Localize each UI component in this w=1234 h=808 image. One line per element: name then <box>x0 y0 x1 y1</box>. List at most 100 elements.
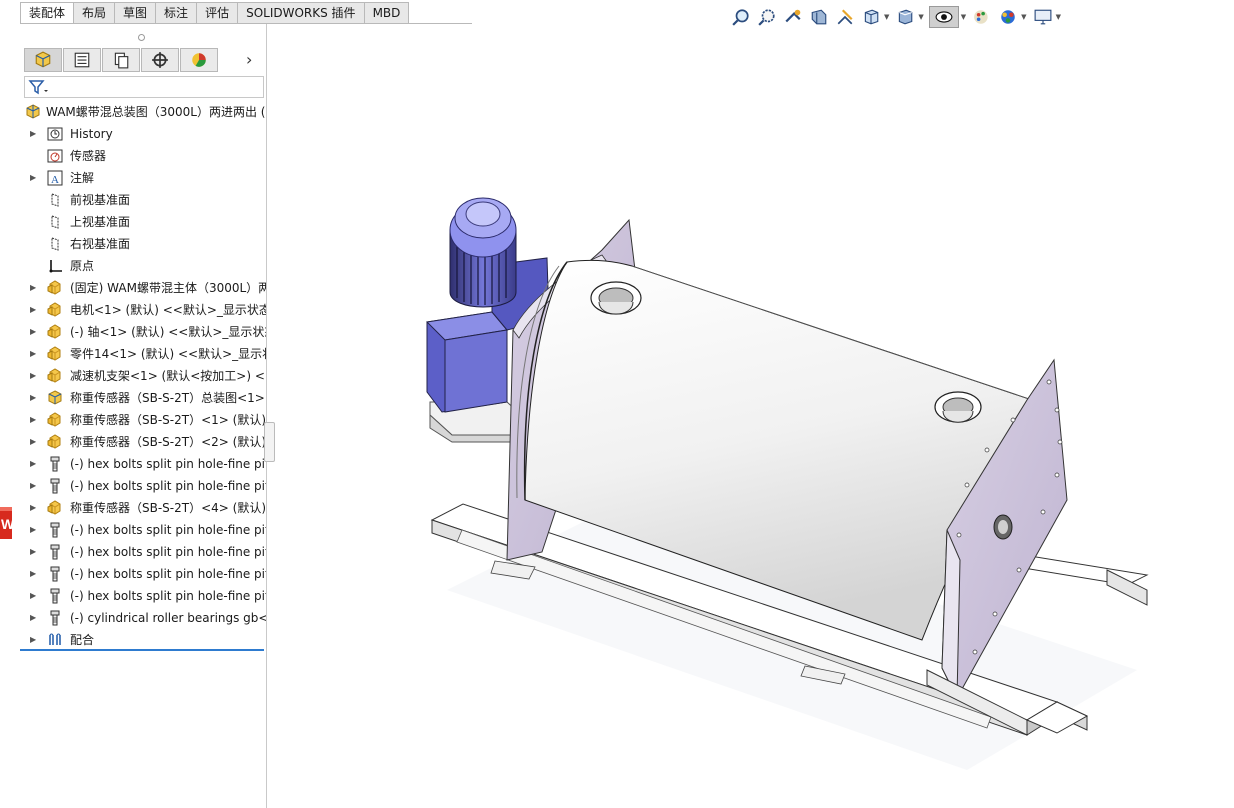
expand-arrow-icon[interactable]: ▶ <box>30 167 38 189</box>
expand-arrow-icon[interactable]: ▶ <box>30 365 38 387</box>
dropdown-caret-icon[interactable]: ▼ <box>1056 13 1061 21</box>
tree-item[interactable]: ▶ 称重传感器（SB-S-2T）<2> (默认) <box>20 431 266 453</box>
expand-arrow-icon[interactable]: ▶ <box>30 519 38 541</box>
tree-item[interactable]: ▶ 零件14<1> (默认) <<默认>_显示状 <box>20 343 266 365</box>
tree-item-label: (-) hex bolts split pin hole-fine pit <box>70 567 266 581</box>
tree-item[interactable]: ▶ History <box>20 123 266 145</box>
expand-arrow-icon[interactable]: ▶ <box>30 541 38 563</box>
panel-tab-displaymanager[interactable] <box>180 48 218 72</box>
expand-arrow-icon[interactable]: ▶ <box>30 585 38 607</box>
expand-arrow-icon[interactable]: ▶ <box>30 321 38 343</box>
heads-up-view-toolbar: ▼ ▼ ▼ ▼ ▼ <box>730 5 1066 29</box>
tree-item[interactable]: ▶ (-) hex bolts split pin hole-fine pit <box>20 563 266 585</box>
assembly-icon <box>48 390 62 405</box>
apply-scene-button[interactable] <box>997 6 1019 28</box>
displaymanager-icon <box>192 53 206 67</box>
panel-tab-featuremanager[interactable] <box>24 48 62 72</box>
motor[interactable] <box>449 197 517 308</box>
panel-tab-configurationmanager[interactable] <box>102 48 140 72</box>
command-tab[interactable]: 评估 <box>196 2 239 23</box>
tree-item[interactable]: 上视基准面 <box>20 211 266 233</box>
part-icon <box>47 500 61 515</box>
tree-item[interactable]: ▶ (-) cylindrical roller bearings gb< <box>20 607 266 629</box>
command-tab[interactable]: SOLIDWORKS 插件 <box>237 2 365 23</box>
sensor-icon <box>47 149 63 163</box>
dropdown-caret-icon[interactable]: ▼ <box>918 13 923 21</box>
expand-arrow-icon[interactable]: ▶ <box>30 123 38 145</box>
tree-item-label: 原点 <box>70 259 95 273</box>
tree-item[interactable]: 原点 <box>20 255 266 277</box>
tree-item[interactable]: ▶ (固定) WAM螺带混主体（3000L）两 <box>20 277 266 299</box>
panel-tab-dimxpert[interactable] <box>141 48 179 72</box>
expand-arrow-icon[interactable]: ▶ <box>30 431 38 453</box>
dropdown-caret-icon[interactable]: ▼ <box>961 13 966 21</box>
dropdown-caret-icon[interactable]: ▼ <box>884 13 889 21</box>
tree-item[interactable]: 右视基准面 <box>20 233 266 255</box>
tree-item-label: 传感器 <box>70 149 107 163</box>
zoom-to-fit-button[interactable] <box>730 6 752 28</box>
expand-arrow-icon[interactable]: ▶ <box>30 387 38 409</box>
tree-item[interactable]: ▶ (-) hex bolts split pin hole-fine pit <box>20 541 266 563</box>
tree-item[interactable]: ▶ A 注解 <box>20 167 266 189</box>
bolt-icon <box>50 456 60 472</box>
tree-item-label: (固定) WAM螺带混主体（3000L）两 <box>70 281 266 295</box>
view-settings-button[interactable] <box>1032 6 1054 28</box>
tree-item[interactable]: ▶ (-) hex bolts split pin hole-fine pit <box>20 475 266 497</box>
expand-arrow-icon[interactable]: ▶ <box>30 497 38 519</box>
expand-arrow-icon[interactable]: ▶ <box>30 629 38 651</box>
assembly-icon <box>26 104 40 119</box>
tree-item[interactable]: ▶ 减速机支架<1> (默认<按加工>) << <box>20 365 266 387</box>
plane-icon <box>51 193 59 207</box>
dropdown-caret-icon[interactable]: ▼ <box>1021 13 1026 21</box>
tree-item[interactable]: ▶ 电机<1> (默认) <<默认>_显示状态 <box>20 299 266 321</box>
tree-item[interactable]: ▶ 配合 <box>20 629 266 651</box>
tree-item[interactable]: ▶ (-) hex bolts split pin hole-fine pit <box>20 453 266 475</box>
tree-item[interactable]: ▶ (-) 轴<1> (默认) <<默认>_显示状态 <box>20 321 266 343</box>
section-view-icon <box>811 9 827 25</box>
expand-arrow-icon[interactable]: ▶ <box>30 277 38 299</box>
tree-item[interactable]: ▶ 称重传感器（SB-S-2T）<1> (默认) <box>20 409 266 431</box>
part-icon <box>47 346 61 361</box>
zoom-to-area-button[interactable] <box>756 6 778 28</box>
hide-show-items-button[interactable] <box>928 6 959 28</box>
view-orientation-button[interactable] <box>860 6 882 28</box>
command-tab[interactable]: 草图 <box>114 2 157 23</box>
edit-appearance-button[interactable] <box>971 6 993 28</box>
display-style-button[interactable] <box>894 6 916 28</box>
tree-filter[interactable] <box>24 76 264 98</box>
expand-arrow-icon[interactable]: ▶ <box>30 453 38 475</box>
expand-arrow-icon[interactable]: ▶ <box>30 343 38 365</box>
expand-arrow-icon[interactable]: ▶ <box>30 475 38 497</box>
expand-arrow-icon[interactable]: ▶ <box>30 563 38 585</box>
inlet-nozzle-1[interactable] <box>590 281 642 315</box>
expand-arrow-icon[interactable]: ▶ <box>30 607 38 629</box>
command-tab[interactable]: 布局 <box>73 2 116 23</box>
tree-item-label: 前视基准面 <box>70 193 131 207</box>
tree-item[interactable]: 传感器 <box>20 145 266 167</box>
filter-icon[interactable] <box>27 77 49 97</box>
tree-item-label: 减速机支架<1> (默认<按加工>) << <box>70 369 266 383</box>
panel-splitter[interactable] <box>20 34 266 46</box>
tree-item-label: (-) hex bolts split pin hole-fine pit <box>70 457 266 471</box>
tree-item[interactable]: ▶ (-) hex bolts split pin hole-fine pit <box>20 585 266 607</box>
panel-tabs-next-button[interactable]: › <box>246 50 252 69</box>
tree-item-label: (-) 轴<1> (默认) <<默认>_显示状态 <box>70 325 266 339</box>
command-tab[interactable]: MBD <box>363 2 410 23</box>
tree-root[interactable]: WAM螺带混总装图（3000L）两进两出 ( <box>20 101 266 123</box>
previous-view-button[interactable] <box>782 6 804 28</box>
inlet-nozzle-2[interactable] <box>934 391 982 423</box>
section-view-button[interactable] <box>808 6 830 28</box>
panel-tab-propertymanager[interactable] <box>63 48 101 72</box>
tree-item[interactable]: ▶ 称重传感器（SB-S-2T）<4> (默认) <box>20 497 266 519</box>
bolt-icon <box>50 566 60 582</box>
graphics-viewport[interactable] <box>267 30 1234 808</box>
tree-item[interactable]: ▶ (-) hex bolts split pin hole-fine pit <box>20 519 266 541</box>
command-tab[interactable]: 标注 <box>155 2 198 23</box>
tree-item[interactable]: 前视基准面 <box>20 189 266 211</box>
tree-item[interactable]: ▶ 称重传感器（SB-S-2T）总装图<1> <box>20 387 266 409</box>
expand-arrow-icon[interactable]: ▶ <box>30 299 38 321</box>
expand-arrow-icon[interactable]: ▶ <box>30 409 38 431</box>
command-tab[interactable]: 装配体 <box>20 2 75 23</box>
dynamic-annotation-button[interactable] <box>834 6 856 28</box>
tree-item-label: 配合 <box>70 633 95 647</box>
